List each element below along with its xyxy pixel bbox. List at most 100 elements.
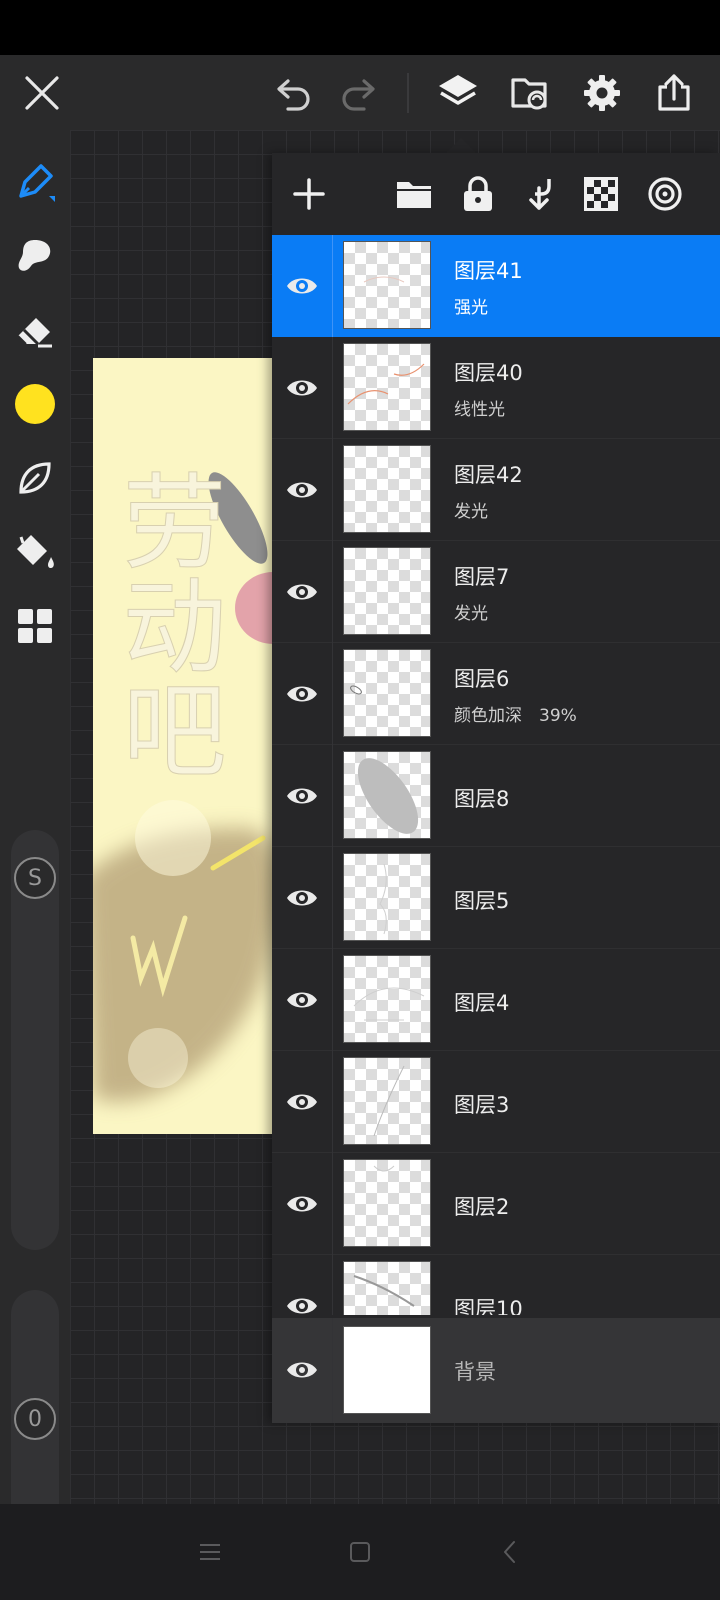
adjust-tool[interactable] (7, 598, 63, 654)
layer-name: 图层2 (454, 1195, 510, 1219)
liquify-tool[interactable] (7, 450, 63, 506)
visibility-toggle[interactable] (282, 575, 322, 609)
smudge-tool[interactable] (7, 228, 63, 284)
layers-button[interactable] (426, 55, 490, 130)
blend-mode-label: 发光 (454, 604, 488, 624)
back-icon (504, 1541, 515, 1563)
blend-mode-label: 发光 (454, 502, 488, 522)
gear-icon (584, 74, 620, 111)
blend-mode-label: 强光 (454, 298, 488, 318)
layer-row[interactable]: 图层8 (272, 745, 720, 847)
layer-row[interactable]: 图层42 发光 (272, 439, 720, 541)
opacity-handle[interactable]: 0 (14, 1398, 56, 1440)
layer-row[interactable]: 图层2 (272, 1153, 720, 1255)
undo-button[interactable] (262, 55, 326, 130)
layer-name: 图层6 (454, 667, 510, 691)
layer-row[interactable]: 图层6 颜色加深 39% (272, 643, 720, 745)
redo-button[interactable] (326, 55, 390, 130)
grid-icon (18, 609, 52, 643)
layers-icon (439, 74, 477, 105)
layer-row[interactable]: 图层5 (272, 847, 720, 949)
eye-icon (287, 278, 317, 294)
eraser-icon (17, 318, 52, 348)
layer-thumbnail (343, 751, 431, 839)
color-picker[interactable] (7, 376, 63, 432)
layer-row[interactable]: 图层40 线性光 (272, 337, 720, 439)
layer-thumbnail (343, 955, 431, 1043)
layer-name: 图层7 (454, 565, 510, 589)
layer-row[interactable]: 图层41 强光 (272, 235, 720, 337)
layer-thumbnail (343, 1261, 431, 1315)
visibility-toggle[interactable] (282, 677, 322, 711)
menu-nav-button[interactable] (180, 1526, 240, 1578)
layer-row[interactable]: 图层4 (272, 949, 720, 1051)
layer-row[interactable]: 图层10 (272, 1255, 720, 1315)
eye-icon (287, 1298, 317, 1314)
row-divider (332, 1051, 333, 1153)
close-button[interactable] (10, 55, 74, 130)
brush-tool[interactable] (7, 154, 63, 210)
blend-mode-label: 颜色加深 39% (454, 706, 577, 726)
status-bar (0, 0, 720, 55)
settings-button[interactable] (570, 55, 634, 130)
row-divider (332, 1318, 333, 1423)
panel-pointer (445, 138, 477, 154)
artwork-text: 劳动吧 (104, 468, 226, 780)
visibility-toggle[interactable] (282, 473, 322, 507)
visibility-toggle[interactable] (282, 983, 322, 1017)
layer-row[interactable]: 图层7 发光 (272, 541, 720, 643)
merge-down-button[interactable] (512, 166, 568, 222)
eraser-tool[interactable] (7, 302, 63, 358)
add-layer-button[interactable] (281, 166, 337, 222)
layer-thumbnail (343, 1326, 431, 1414)
visibility-toggle[interactable] (282, 269, 322, 303)
layer-thumbnail (343, 343, 431, 431)
eye-icon (287, 1362, 317, 1378)
gallery-button[interactable] (498, 55, 562, 130)
row-divider (332, 439, 333, 541)
brush-size-handle[interactable]: S (14, 857, 56, 899)
layer-list[interactable]: 图层41 强光 图层40 线性光 图层42 发光图层7 发光图层6 颜色加深 39% 图层8 图层… (272, 235, 720, 1315)
visibility-toggle[interactable] (282, 881, 322, 915)
row-divider (332, 1153, 333, 1255)
eye-icon (287, 788, 317, 804)
layer-name: 图层8 (454, 787, 510, 811)
layer-name: 图层5 (454, 889, 510, 913)
layer-thumbnail (343, 853, 431, 941)
visibility-toggle[interactable] (282, 1085, 322, 1119)
transparency-icon (584, 177, 618, 211)
home-nav-button[interactable] (330, 1526, 390, 1578)
eye-icon (287, 482, 317, 498)
reference-button[interactable] (637, 166, 693, 222)
layer-row[interactable]: 图层3 (272, 1051, 720, 1153)
layer-thumbnail (343, 649, 431, 737)
layer-thumbnail (343, 1159, 431, 1247)
target-icon (648, 177, 682, 211)
layer-thumbnail (343, 241, 431, 329)
lock-button[interactable] (450, 166, 506, 222)
visibility-toggle[interactable] (282, 371, 322, 405)
layer-name: 背景 (454, 1360, 496, 1384)
layer-name: 图层3 (454, 1093, 510, 1117)
visibility-toggle[interactable] (282, 1187, 322, 1221)
layer-name: 图层10 (454, 1297, 523, 1315)
visibility-toggle[interactable] (282, 1353, 322, 1387)
row-divider (332, 745, 333, 847)
leaf-icon (19, 462, 51, 494)
share-button[interactable] (642, 55, 706, 130)
folder-icon (397, 182, 431, 208)
visibility-toggle[interactable] (282, 1289, 322, 1315)
fill-tool[interactable] (7, 524, 63, 580)
row-divider (332, 337, 333, 439)
brush-icon (19, 164, 55, 202)
top-toolbar (0, 55, 720, 130)
artwork-canvas[interactable]: 劳动吧 (93, 358, 273, 1134)
eye-icon (287, 890, 317, 906)
alpha-lock-button[interactable] (573, 166, 629, 222)
lock-icon (464, 176, 492, 211)
background-layer-row[interactable]: 背景 (272, 1318, 720, 1423)
new-group-button[interactable] (386, 166, 442, 222)
visibility-toggle[interactable] (282, 779, 322, 813)
back-nav-button[interactable] (480, 1526, 540, 1578)
eye-icon (287, 380, 317, 396)
